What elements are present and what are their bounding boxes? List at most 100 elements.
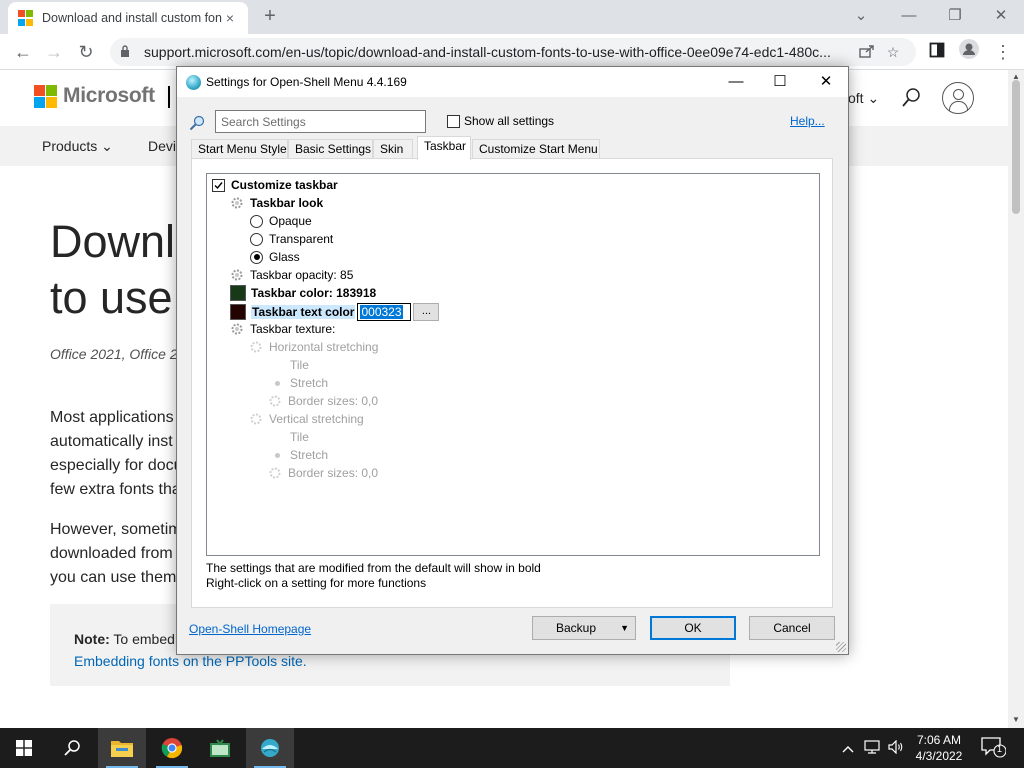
search-icon: [189, 115, 205, 131]
start-button[interactable]: [0, 728, 48, 768]
v-stretch-row[interactable]: Stretch: [271, 446, 328, 464]
note-body: To embed: [109, 631, 175, 647]
file-explorer-taskbar-icon[interactable]: [98, 728, 146, 768]
dialog-close-button[interactable]: ✕: [803, 67, 849, 97]
opaque-radio[interactable]: [250, 214, 263, 228]
microsoft-logo-text: Microsoft: [63, 84, 155, 107]
taskbar-color-row[interactable]: Taskbar color: 183918: [230, 284, 376, 302]
ok-button[interactable]: OK: [650, 616, 736, 640]
search-settings-input[interactable]: [215, 110, 426, 133]
taskbar-look-row[interactable]: Taskbar look: [230, 194, 323, 212]
horizontal-stretching-row[interactable]: Horizontal stretching: [249, 338, 378, 356]
h-border-row[interactable]: Border sizes: 0,0: [268, 392, 378, 410]
article-title-line1: Downl: [50, 216, 176, 267]
help-link[interactable]: Help...: [790, 114, 825, 128]
taskbar-text-color-swatch: [230, 304, 246, 320]
page-scroll-thumb[interactable]: [1012, 80, 1020, 214]
all-microsoft-menu[interactable]: oft ⌄: [848, 90, 879, 107]
notification-center-icon[interactable]: 1: [980, 736, 1008, 760]
tab-customize-start-menu[interactable]: Customize Start Menu: [472, 139, 600, 159]
chrome-taskbar-icon[interactable]: [148, 728, 196, 768]
taskbar-search-button[interactable]: [48, 728, 96, 768]
volume-icon[interactable]: [884, 739, 908, 757]
search-icon[interactable]: [900, 86, 924, 110]
settings-gear-icon: [230, 322, 244, 336]
browse-color-button[interactable]: ...: [413, 303, 440, 321]
windows-logo-icon: [16, 740, 32, 756]
window-close-button[interactable]: ✕: [978, 2, 1024, 30]
tab-close-icon[interactable]: ×: [222, 10, 238, 26]
v-stretch-label: Stretch: [290, 448, 329, 462]
taskbar-opacity-row[interactable]: Taskbar opacity: 85: [230, 266, 353, 284]
v-border-row[interactable]: Border sizes: 0,0: [268, 464, 378, 482]
account-icon[interactable]: [942, 82, 974, 114]
side-panel-icon[interactable]: [924, 39, 950, 65]
network-icon[interactable]: [860, 739, 884, 757]
cancel-button[interactable]: Cancel: [749, 616, 835, 640]
open-shell-taskbar-icon[interactable]: [246, 728, 294, 768]
taskbar-text-color-row[interactable]: Taskbar text color 000323 ...: [230, 302, 440, 322]
page-scrollbar[interactable]: ▲ ▼: [1008, 70, 1024, 728]
chevron-up-icon[interactable]: [836, 741, 860, 756]
reload-button[interactable]: ↻: [73, 39, 99, 65]
system-tray: [836, 728, 908, 768]
dialog-titlebar[interactable]: Settings for Open-Shell Menu 4.4.169 — ☐…: [177, 67, 848, 97]
opaque-radio-row[interactable]: Opaque: [250, 212, 312, 230]
back-button[interactable]: ←: [10, 39, 36, 65]
taskbar-clock[interactable]: 7:06 AM 4/3/2022: [906, 732, 972, 764]
dialog-maximize-button[interactable]: ☐: [757, 67, 803, 97]
customize-taskbar-checkbox[interactable]: [212, 178, 225, 192]
lock-icon[interactable]: [120, 44, 134, 60]
transparent-radio[interactable]: [250, 232, 263, 246]
bookmark-star-icon[interactable]: ☆: [880, 44, 906, 61]
browser-menu-icon[interactable]: ⋮: [990, 39, 1016, 65]
store-app-taskbar-icon[interactable]: [196, 728, 244, 768]
h-border-label: Border sizes: 0,0: [288, 394, 379, 408]
show-all-settings-checkbox[interactable]: Show all settings: [447, 114, 554, 128]
glass-label: Glass: [269, 250, 300, 264]
show-all-settings-box[interactable]: [447, 114, 460, 128]
nav-products[interactable]: Products ⌄: [42, 138, 113, 155]
tab-start-menu-style[interactable]: Start Menu Style: [191, 139, 288, 159]
taskbar-text-color-input[interactable]: 000323: [357, 303, 412, 321]
address-bar[interactable]: support.microsoft.com/en-us/topic/downlo…: [110, 38, 916, 66]
tab-basic-settings[interactable]: Basic Settings: [288, 139, 373, 159]
tab-skin[interactable]: Skin: [373, 139, 413, 159]
v-border-label: Border sizes: 0,0: [288, 466, 379, 480]
h-stretch-row[interactable]: Stretch: [271, 374, 328, 392]
nav-devices[interactable]: Devi: [148, 138, 176, 154]
profile-avatar-icon[interactable]: [956, 39, 982, 65]
opaque-label: Opaque: [269, 214, 312, 228]
browser-tab[interactable]: Download and install custom fon ×: [8, 2, 248, 34]
url-text[interactable]: support.microsoft.com/en-us/topic/downlo…: [144, 44, 854, 60]
open-shell-shell-icon: [186, 75, 201, 90]
resize-grip[interactable]: [836, 642, 846, 652]
vertical-stretching-row[interactable]: Vertical stretching: [249, 410, 364, 428]
window-minimize-button[interactable]: —: [886, 2, 932, 30]
header-divider: [168, 86, 170, 108]
settings-tree[interactable]: Customize taskbar Taskbar look Opaque Tr…: [206, 173, 820, 556]
glass-radio-row[interactable]: Glass: [250, 248, 300, 266]
clock-date: 4/3/2022: [915, 749, 963, 763]
microsoft-logo[interactable]: Microsoft: [34, 84, 155, 108]
tab-taskbar[interactable]: Taskbar: [417, 136, 471, 160]
share-icon[interactable]: [854, 44, 880, 61]
window-restore-button[interactable]: ❐: [932, 2, 978, 30]
transparent-radio-row[interactable]: Transparent: [250, 230, 333, 248]
customize-taskbar-row[interactable]: Customize taskbar: [212, 176, 338, 194]
v-tile-row[interactable]: Tile: [271, 428, 309, 446]
open-shell-homepage-link[interactable]: Open-Shell Homepage: [189, 622, 311, 636]
backup-button[interactable]: Backup ▼: [532, 616, 636, 640]
taskbar-texture-row[interactable]: Taskbar texture:: [230, 320, 335, 338]
forward-button[interactable]: →: [41, 39, 67, 65]
tab-search-icon[interactable]: ⌄: [838, 2, 884, 30]
dialog-minimize-button[interactable]: —: [713, 67, 759, 97]
customize-taskbar-label: Customize taskbar: [231, 178, 338, 192]
bold-hint-text: The settings that are modified from the …: [206, 561, 541, 575]
h-tile-row[interactable]: Tile: [271, 356, 309, 374]
embedding-fonts-link[interactable]: Embedding fonts on the PPTools site.: [74, 653, 307, 669]
microsoft-favicon-icon: [18, 10, 34, 26]
glass-radio[interactable]: [250, 250, 263, 264]
new-tab-button[interactable]: +: [258, 5, 282, 29]
scroll-down-arrow-icon[interactable]: ▼: [1011, 715, 1021, 725]
